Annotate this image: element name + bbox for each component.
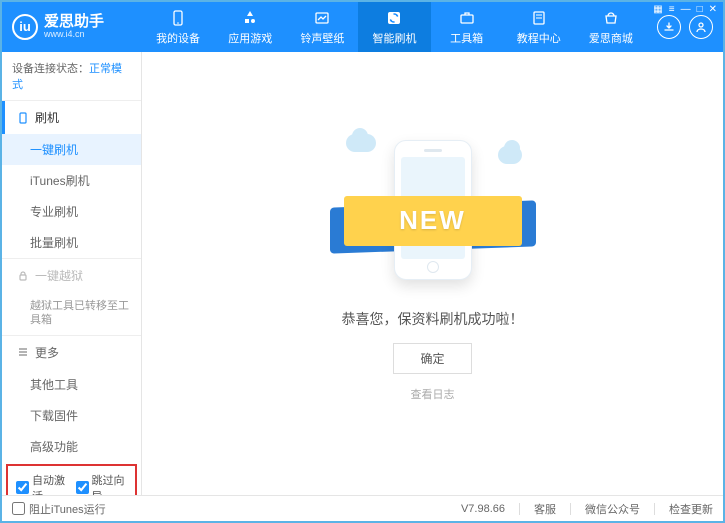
tab-label: 我的设备	[156, 30, 200, 46]
tab-flash[interactable]: 智能刷机	[358, 2, 430, 52]
tab-tutorials[interactable]: 教程中心	[503, 2, 575, 52]
toolbox-icon	[458, 9, 476, 27]
new-ribbon: NEW	[344, 196, 522, 246]
apps-icon	[241, 9, 259, 27]
brand-logo: iu 爱思助手 www.i4.cn	[12, 14, 142, 40]
lock-icon	[17, 270, 29, 282]
tab-apps[interactable]: 应用游戏	[214, 2, 286, 52]
jailbreak-note: 越狱工具已转移至工具箱	[2, 292, 141, 335]
tab-label: 铃声壁纸	[300, 30, 344, 46]
tab-label: 智能刷机	[372, 30, 416, 46]
section-flash[interactable]: 刷机	[2, 101, 141, 134]
success-illustration: NEW	[338, 126, 528, 291]
checkbox-auto-activate[interactable]: 自动激活	[16, 472, 68, 495]
grid-button[interactable]: ▦	[653, 4, 662, 15]
maximize-button[interactable]: □	[697, 4, 703, 15]
statusbar: 阻止iTunes运行 V7.98.66 客服 微信公众号 检查更新	[2, 495, 723, 521]
sidebar-item-download-firmware[interactable]: 下载固件	[2, 400, 141, 431]
window-controls: ▦ ≡ — □ ✕	[653, 4, 717, 15]
cloud-icon	[346, 134, 376, 152]
ok-button[interactable]: 确定	[393, 343, 471, 374]
minimize-button[interactable]: —	[681, 4, 691, 15]
menu-button[interactable]: ≡	[669, 4, 675, 15]
app-window: ▦ ≡ — □ ✕ iu 爱思助手 www.i4.cn 我的设备 应用游戏 铃声	[0, 0, 725, 523]
tab-label: 教程中心	[517, 30, 561, 46]
close-button[interactable]: ✕	[709, 4, 717, 15]
sidebar: 设备连接状态：正常模式 刷机 一键刷机 iTunes刷机 专业刷机 批量刷机 一…	[2, 52, 142, 495]
success-message: 恭喜您，保资料刷机成功啦！	[342, 309, 524, 329]
tab-ringtones[interactable]: 铃声壁纸	[286, 2, 358, 52]
tab-store[interactable]: 爱思商城	[575, 2, 647, 52]
sidebar-item-batch-flash[interactable]: 批量刷机	[2, 227, 141, 258]
update-link[interactable]: 检查更新	[669, 501, 713, 517]
tab-label: 工具箱	[450, 30, 483, 46]
sidebar-item-other-tools[interactable]: 其他工具	[2, 369, 141, 400]
version-label: V7.98.66	[461, 503, 505, 515]
brand-title: 爱思助手	[44, 14, 104, 31]
sidebar-item-itunes-flash[interactable]: iTunes刷机	[2, 165, 141, 196]
checkbox-skip-guide[interactable]: 跳过向导	[76, 472, 128, 495]
tab-label: 应用游戏	[228, 30, 272, 46]
checkbox-block-itunes[interactable]: 阻止iTunes运行	[12, 501, 106, 517]
wechat-link[interactable]: 微信公众号	[585, 501, 640, 517]
cloud-icon	[498, 146, 522, 164]
options-highlight: 自动激活 跳过向导	[6, 464, 137, 495]
wallpaper-icon	[313, 9, 331, 27]
logo-icon: iu	[12, 14, 38, 40]
brand-subtitle: www.i4.cn	[44, 30, 104, 40]
tab-my-device[interactable]: 我的设备	[142, 2, 214, 52]
title-right	[657, 15, 713, 39]
tab-toolbox[interactable]: 工具箱	[431, 2, 503, 52]
main-tabs: 我的设备 应用游戏 铃声壁纸 智能刷机 工具箱 教程中心	[142, 2, 647, 52]
section-jailbreak: 一键越狱	[2, 259, 141, 292]
view-log-link[interactable]: 查看日志	[411, 386, 455, 402]
sidebar-item-pro-flash[interactable]: 专业刷机	[2, 196, 141, 227]
download-button[interactable]	[657, 15, 681, 39]
book-icon	[530, 9, 548, 27]
body: 设备连接状态：正常模式 刷机 一键刷机 iTunes刷机 专业刷机 批量刷机 一…	[2, 52, 723, 495]
user-button[interactable]	[689, 15, 713, 39]
phone-icon	[169, 9, 187, 27]
connection-status: 设备连接状态：正常模式	[2, 52, 141, 100]
menu-icon	[17, 346, 29, 358]
main-panel: NEW 恭喜您，保资料刷机成功啦！ 确定 查看日志	[142, 52, 723, 495]
sidebar-item-oneclick-flash[interactable]: 一键刷机	[2, 134, 141, 165]
service-link[interactable]: 客服	[534, 501, 556, 517]
section-more[interactable]: 更多	[2, 336, 141, 369]
sidebar-item-advanced[interactable]: 高级功能	[2, 431, 141, 462]
phone-icon	[17, 112, 29, 124]
tab-label: 爱思商城	[589, 30, 633, 46]
store-icon	[602, 9, 620, 27]
titlebar: iu 爱思助手 www.i4.cn 我的设备 应用游戏 铃声壁纸 智能刷机	[2, 2, 723, 52]
refresh-icon	[385, 9, 403, 27]
